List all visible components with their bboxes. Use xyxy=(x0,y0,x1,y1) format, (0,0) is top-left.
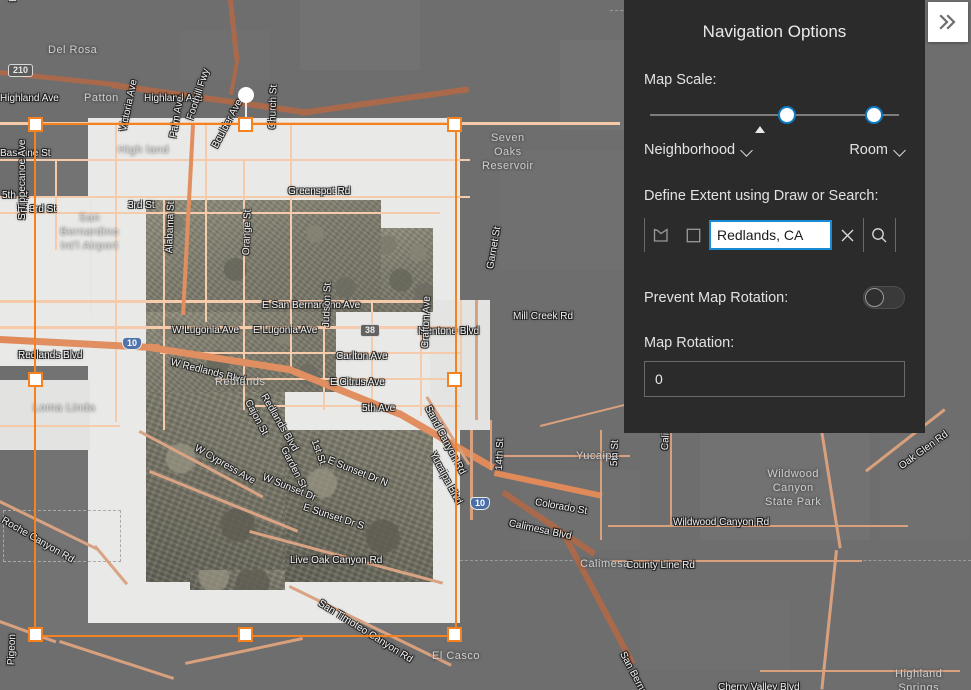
chevron-down-icon xyxy=(742,145,752,155)
scale-min-select[interactable]: Neighborhood xyxy=(644,142,752,158)
search-magnifier-icon[interactable] xyxy=(864,218,895,252)
search-input[interactable] xyxy=(709,220,832,250)
extent-rectangle[interactable] xyxy=(28,87,462,642)
road-segment xyxy=(460,300,462,380)
map-application: Harrison StHighland AveHighland AveVicto… xyxy=(0,0,971,690)
prevent-rotation-label: Prevent Map Rotation: xyxy=(644,289,789,306)
extent-search-row xyxy=(644,216,905,254)
define-extent-section: Define Extent using Draw or Search: xyxy=(644,188,905,254)
extent-handle-s[interactable] xyxy=(237,627,253,642)
define-extent-label: Define Extent using Draw or Search: xyxy=(644,188,879,204)
scale-min-value: Neighborhood xyxy=(644,142,736,158)
extent-handle-n[interactable] xyxy=(237,117,253,132)
road-segment xyxy=(760,670,960,672)
slider-handle-min[interactable] xyxy=(777,106,796,124)
scale-max-value: Room xyxy=(849,142,888,158)
extent-handle-sw[interactable] xyxy=(28,627,43,642)
map-scale-section: Map Scale: Neighborhood Room xyxy=(644,72,905,158)
draw-polygon-icon[interactable] xyxy=(645,218,677,252)
collapse-panel-button[interactable] xyxy=(928,2,968,42)
map-rotation-label: Map Rotation: xyxy=(644,335,735,351)
extent-handle-ne[interactable] xyxy=(447,117,462,132)
close-x-icon[interactable] xyxy=(832,218,863,252)
rotate-handle[interactable] xyxy=(237,87,254,103)
divider xyxy=(895,218,896,252)
highway-shield: 10 xyxy=(470,497,491,510)
slider-track xyxy=(650,114,899,116)
prevent-rotation-toggle[interactable] xyxy=(863,286,905,309)
map-rotation-section: Map Rotation: xyxy=(644,335,905,397)
road-segment xyxy=(608,525,908,527)
extent-handle-nw[interactable] xyxy=(28,117,43,132)
scale-max-select[interactable]: Room xyxy=(849,142,905,158)
double-chevron-right-icon xyxy=(939,14,956,30)
toggle-knob xyxy=(865,288,884,307)
panel-title: Navigation Options xyxy=(702,22,847,41)
scale-range-selects: Neighborhood Room xyxy=(644,142,905,158)
navigation-options-panel: Navigation Options Map Scale: Neighborho… xyxy=(624,0,925,433)
map-scale-label: Map Scale: xyxy=(644,72,717,88)
chevron-down-icon xyxy=(895,145,905,155)
extent-handle-w[interactable] xyxy=(28,372,43,387)
extent-handle-e[interactable] xyxy=(447,372,462,387)
draw-rectangle-icon[interactable] xyxy=(677,218,709,252)
extent-handle-se[interactable] xyxy=(447,627,462,642)
road-segment xyxy=(600,430,602,540)
highway-shield: 210 xyxy=(8,64,34,77)
road-segment xyxy=(670,425,672,525)
road-segment xyxy=(475,300,478,420)
road-segment xyxy=(490,420,492,470)
current-scale-marker xyxy=(754,126,765,133)
road-segment xyxy=(500,455,630,457)
prevent-rotation-row: Prevent Map Rotation: xyxy=(644,286,905,309)
map-rotation-input[interactable] xyxy=(644,361,905,397)
road-segment xyxy=(612,560,862,562)
slider-handle-max[interactable] xyxy=(865,106,884,124)
map-scale-slider[interactable] xyxy=(644,104,905,138)
